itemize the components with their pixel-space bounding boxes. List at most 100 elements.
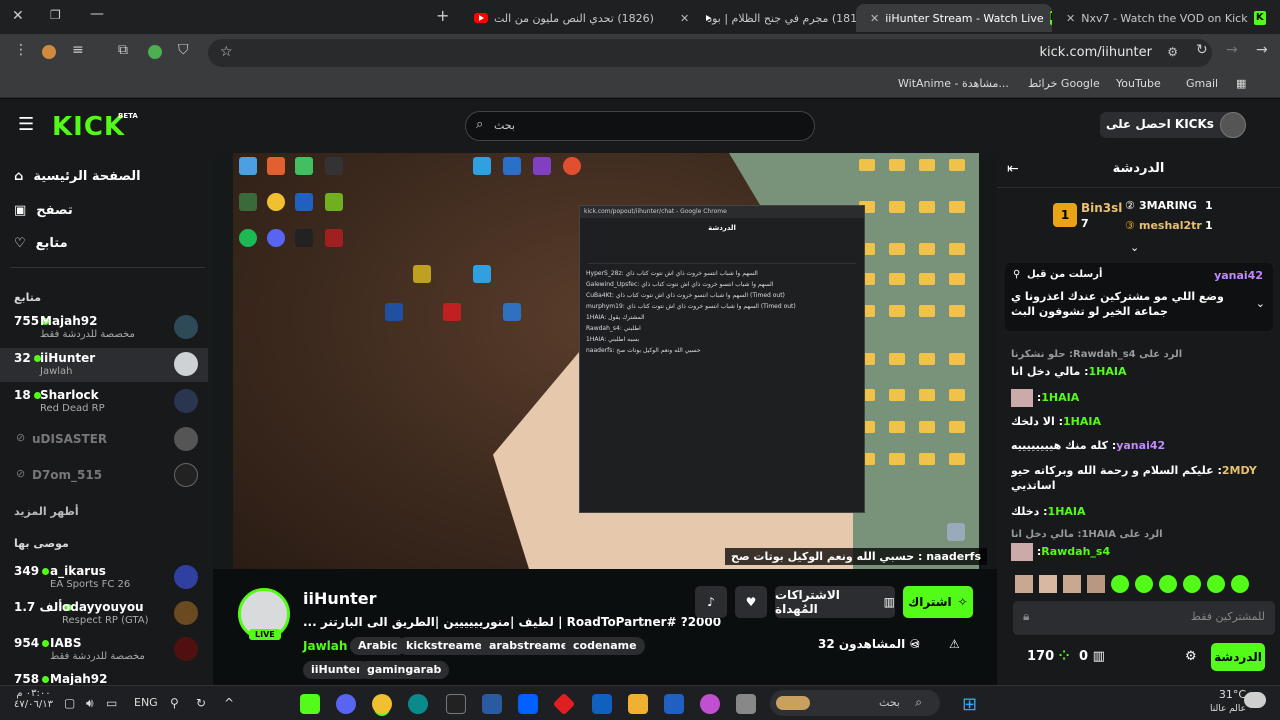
taskbar-store-icon[interactable] [664, 694, 684, 714]
taskbar-outlook-icon[interactable] [592, 694, 612, 714]
weather-widget[interactable]: 31°C عالم عالنا [1210, 688, 1246, 714]
chat-message: 1HAIA: الا دلخك [1011, 415, 1101, 428]
tag-codename[interactable]: codename [565, 637, 645, 655]
clock-date: ٤٧/٠٦/١٣ [14, 699, 53, 710]
notification-icon[interactable]: ▢ [64, 696, 75, 710]
close-icon[interactable]: ✕ [680, 12, 689, 25]
microphone-icon[interactable]: ⚲ [170, 696, 179, 710]
channel-item-odayyouyou[interactable]: 1.7 ألف odayyouyou Respect RP (GTA) [0, 597, 208, 631]
tag-gamingarab[interactable]: gamingarab [359, 661, 450, 679]
tab-youtube-1826[interactable]: (1826) تحدي النص مليون من الت [460, 4, 666, 32]
streamer-name[interactable]: iiHunter [303, 589, 377, 608]
leader-name[interactable]: Bin3sl [1081, 201, 1122, 215]
report-warning-icon[interactable]: ⚠ [949, 637, 960, 651]
points-count[interactable]: 170 ⁘ [1027, 649, 1070, 664]
gift-count[interactable]: 0 ▥ [1079, 649, 1105, 664]
channel-item-majah92[interactable]: 755 Majah92 مخصصة للدردشة فقط [0, 311, 208, 345]
chat-settings-icon[interactable]: ⚙ [1185, 649, 1197, 664]
sidebar-item-browse[interactable]: ▣ تصفح [14, 203, 73, 218]
back-icon[interactable]: → [1256, 42, 1268, 58]
taskbar-epic-icon[interactable] [446, 694, 466, 714]
window-restore-icon[interactable]: ❐ [50, 8, 61, 22]
taskbar-kick-icon[interactable] [300, 694, 320, 714]
channel-item-sharlock[interactable]: 18 Sharlock Red Dead RP [0, 385, 208, 419]
channel-item-udisaster[interactable]: ⊘ uDISASTER [0, 423, 208, 457]
bookmark-youtube[interactable]: YouTube [1116, 77, 1161, 90]
expand-title-chevron-icon[interactable]: ⌄ [637, 615, 647, 629]
user-avatar[interactable] [1220, 112, 1246, 138]
close-icon[interactable]: ✕ [870, 12, 879, 25]
subscribe-button[interactable]: اشتراك ✧ [903, 586, 973, 618]
omnibox[interactable]: ☆ ⚙ kick.com/iihunter [208, 39, 1212, 67]
taskbar-app-icon[interactable] [482, 694, 502, 714]
bookmarks-bar: ▦ Gmail YouTube خرائط Google WitAnime - … [0, 72, 1280, 98]
taskbar-app-icon[interactable] [552, 692, 576, 716]
extension-icon[interactable] [42, 45, 56, 59]
taskbar-dropbox-icon[interactable] [518, 694, 538, 714]
language-indicator[interactable]: ENG [134, 696, 158, 709]
taskbar-edge-icon[interactable] [408, 694, 428, 714]
tray-chevron-icon[interactable]: ^ [224, 696, 234, 710]
shield-icon[interactable]: ⛉ [178, 42, 189, 58]
taskbar-chrome-icon[interactable] [372, 694, 392, 714]
bookmark-star-icon[interactable]: ☆ [220, 44, 233, 60]
expand-pin-icon[interactable]: ⌄ [1256, 297, 1265, 310]
stream-category[interactable]: Jawlah [303, 639, 347, 653]
tab-youtube-1817[interactable]: ✕ (1817) مجرم في جنح الظلام | بود [666, 4, 856, 32]
network-icon[interactable]: ▭ [106, 696, 117, 710]
hamburger-menu-icon[interactable]: ☰ [18, 114, 34, 135]
notifications-button[interactable]: ♪ [695, 586, 727, 618]
bookmark-maps[interactable]: خرائط Google [1028, 77, 1100, 90]
bookmark-gmail[interactable]: Gmail [1186, 77, 1218, 90]
window-minimize-icon[interactable]: — [90, 6, 104, 22]
follow-button[interactable]: ♥ [735, 586, 767, 618]
clock[interactable]: ٠٣:٠٠ م ٤٧/٠٦/١٣ [14, 688, 53, 710]
show-more-link[interactable]: أظهر المزيد [14, 505, 79, 518]
url-text[interactable]: kick.com/iihunter [1040, 45, 1152, 60]
window-close-icon[interactable]: ✕ [12, 8, 24, 24]
taskbar-app-icon[interactable] [736, 694, 756, 714]
reload-icon[interactable]: ↻ [1196, 42, 1208, 58]
gift-subs-button[interactable]: الاشتراكات المُهداة ▥ [775, 586, 895, 618]
channel-item-a-ikarus[interactable]: 349 a_ikarus EA Sports FC 26 [0, 561, 208, 595]
emote-icon [1231, 575, 1249, 593]
volume-icon[interactable]: 🔊︎ [86, 696, 94, 711]
channel-item-iabs[interactable]: 954 IABS مخصصة للدردشة فقط [0, 633, 208, 667]
sync-icon[interactable]: ↻ [196, 696, 206, 710]
share-icon[interactable]: ⋖ [910, 637, 920, 651]
taskbar-search[interactable]: بحث ⌕ [770, 690, 940, 716]
start-windows-icon[interactable]: ⊞ [962, 694, 977, 715]
emote-bar[interactable] [1015, 575, 1255, 593]
site-settings-icon[interactable]: ⚙ [1167, 45, 1178, 59]
leader-name[interactable]: meshal2tr [1139, 219, 1202, 232]
new-tab-icon[interactable]: + [436, 6, 449, 25]
media-icon[interactable]: ≡ [72, 42, 84, 58]
taskbar-explorer-icon[interactable] [628, 694, 648, 714]
taskbar-copilot-icon[interactable] [700, 694, 720, 714]
tab-iihunter[interactable]: ✕ iiHunter Stream - Watch Live K [856, 4, 1052, 32]
bookmark-witanime[interactable]: WitAnime - مشاهدة... [898, 77, 1009, 90]
expand-leaderboard-icon[interactable]: ⌄ [1130, 241, 1139, 254]
channel-item-iihunter[interactable]: 32 iiHunter Jawlah [0, 348, 208, 382]
pinned-message[interactable]: yanai42 أرسلت من قبل ⚲ وضع اللي مو مشترك… [1005, 263, 1273, 331]
taskbar-discord-icon[interactable] [336, 694, 356, 714]
video-player[interactable]: kick.com/popout/iihunter/chat - Google C… [213, 153, 997, 569]
kick-logo[interactable]: KICK [52, 112, 125, 142]
emote-icon [1011, 543, 1033, 561]
search-input[interactable]: ⌕ بحث [465, 111, 815, 141]
puzzle-icon[interactable]: ⧉ [118, 42, 128, 58]
channel-category: مخصصة للدردشة فقط [50, 651, 145, 662]
tab-nxv7[interactable]: ✕ Nxv7 - Watch the VOD on Kick K [1052, 4, 1280, 32]
chat-send-button[interactable]: الدردشة [1211, 643, 1265, 671]
sidebar-item-following[interactable]: ♡ متابع [14, 236, 68, 251]
leader-name[interactable]: 3MARING [1139, 199, 1197, 212]
close-icon[interactable]: ✕ [1066, 12, 1075, 25]
channel-item-d7om515[interactable]: ⊘ D7om_515 [0, 459, 208, 493]
menu-dots-icon[interactable]: ⋮ [14, 42, 28, 58]
extension-green-icon[interactable] [148, 45, 162, 59]
pinned-user[interactable]: yanai42 [1214, 269, 1263, 282]
apps-grid-icon[interactable]: ▦ [1236, 77, 1246, 90]
sidebar-item-home[interactable]: ⌂ الصفحة الرئيسية [14, 169, 141, 184]
chat-input[interactable]: للمشتركين فقط 🔒︎ [1013, 601, 1275, 635]
forward-icon[interactable]: → [1226, 42, 1238, 58]
